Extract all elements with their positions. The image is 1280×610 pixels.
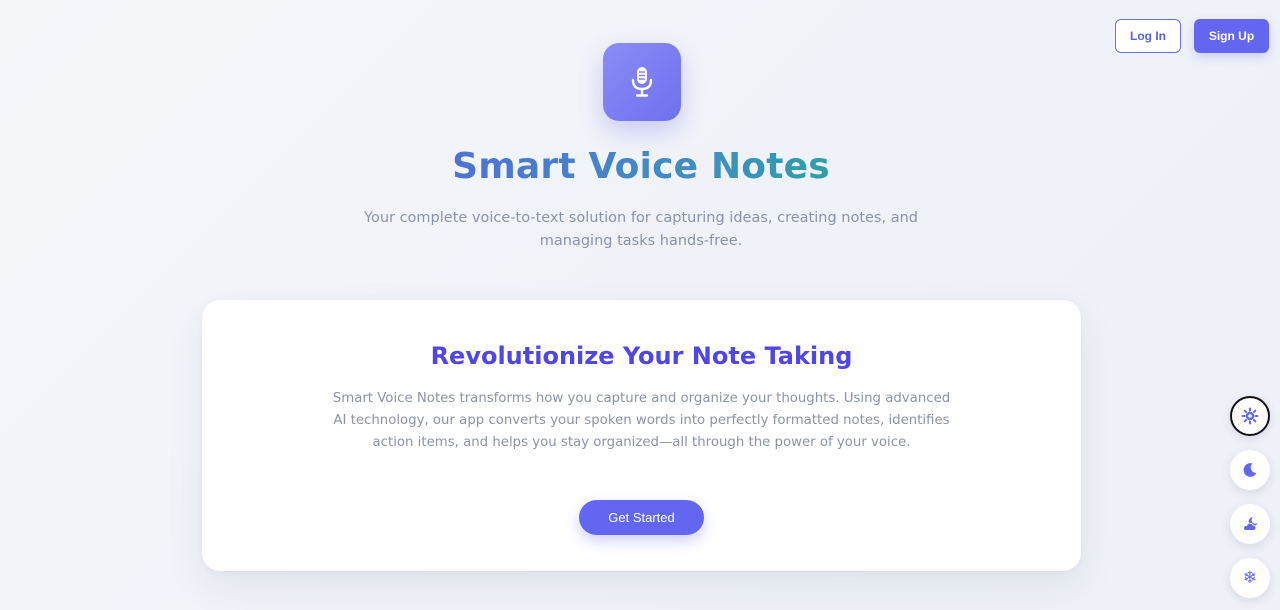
theme-dusk-button[interactable] — [1230, 504, 1270, 544]
get-started-button[interactable]: Get Started — [579, 500, 704, 535]
intro-card: Revolutionize Your Note Taking Smart Voi… — [202, 300, 1081, 571]
page-subtitle: Your complete voice-to-text solution for… — [364, 210, 918, 249]
card-title: Revolutionize Your Note Taking — [430, 342, 853, 370]
theme-winter-button[interactable]: ❄ — [1230, 558, 1270, 598]
theme-switcher: ❄ — [1230, 396, 1270, 598]
microphone-icon — [631, 67, 653, 97]
login-button[interactable]: Log In — [1115, 19, 1181, 53]
moon-icon — [1243, 463, 1257, 477]
sun-icon — [1241, 407, 1259, 425]
card-description: Smart Voice Notes transforms how you cap… — [332, 391, 951, 450]
app-logo — [603, 43, 681, 121]
auth-buttons: Log In Sign Up — [1115, 19, 1269, 53]
snowflake-icon: ❄ — [1242, 567, 1258, 588]
page-title: Smart Voice Notes — [0, 144, 1280, 190]
theme-light-button[interactable] — [1230, 396, 1270, 436]
theme-dark-button[interactable] — [1230, 450, 1270, 490]
signup-button[interactable]: Sign Up — [1194, 19, 1269, 53]
cloud-moon-icon — [1243, 517, 1258, 531]
